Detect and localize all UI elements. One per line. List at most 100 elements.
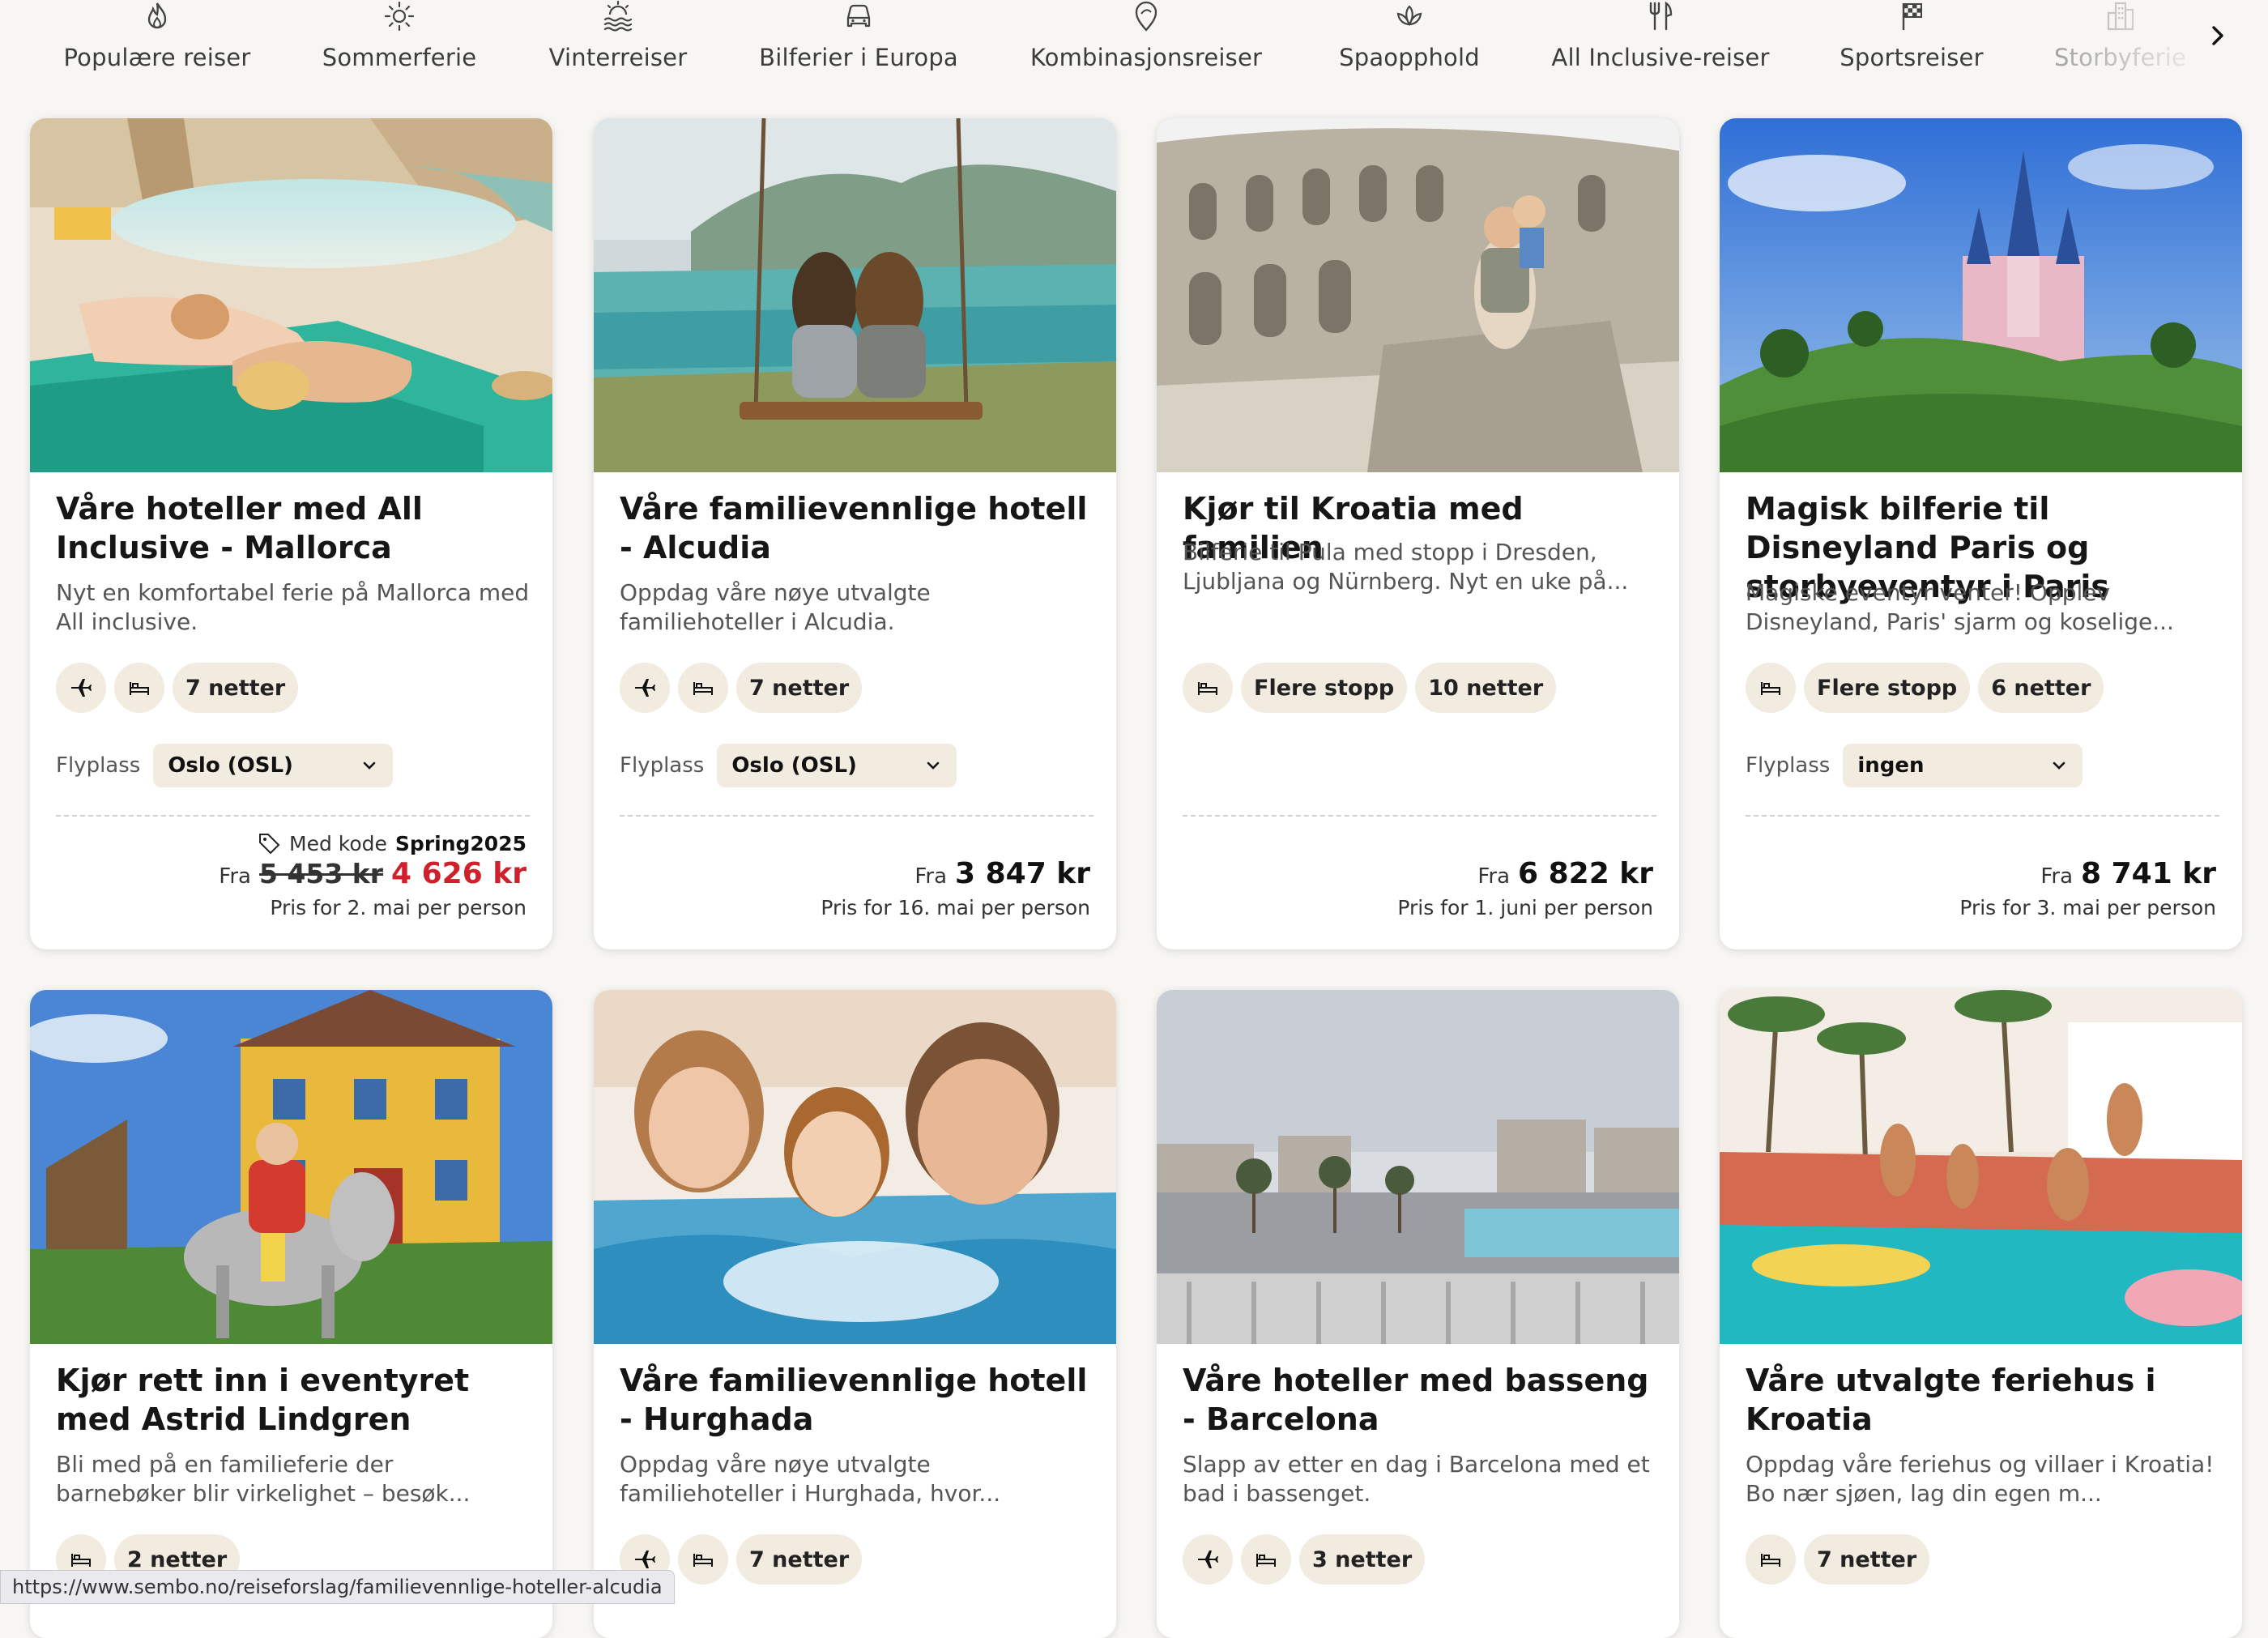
hotel-tag [678, 663, 728, 713]
airport-value: Oslo (OSL) [731, 753, 857, 778]
trip-description: Bilferie til Pula med stopp i Dresden, L… [1183, 539, 1629, 595]
bed-icon [71, 1554, 91, 1567]
chevron-down-icon [2053, 761, 2066, 770]
flame-icon [147, 2, 167, 29]
trip-card[interactable]: Våre familievennlige hotell - Alcudia Op… [594, 118, 1116, 949]
category-car-holidays[interactable]: Bilferier i Europa [753, 0, 964, 89]
nav-next-button[interactable] [2197, 15, 2239, 57]
category-winter[interactable]: Vinterreiser [541, 0, 695, 89]
nights-tag: 3 netter [1299, 1534, 1426, 1585]
trip-image [1720, 118, 2242, 472]
from-label: Fra [1477, 864, 1511, 889]
hotel-tag [114, 663, 164, 713]
category-popular[interactable]: Populære reiser [60, 0, 254, 89]
airplane-icon [635, 1551, 655, 1568]
trip-card[interactable]: Magisk bilferie til Disneyland Paris og … [1720, 118, 2242, 949]
from-label: Fra [2040, 864, 2074, 889]
chevron-down-icon [927, 761, 940, 770]
trip-card[interactable]: Kjør rett inn i eventyret med Astrid Lin… [30, 990, 552, 1638]
bed-icon [1761, 682, 1780, 695]
old-price: 5 453 kr [258, 858, 384, 889]
category-city[interactable]: Storbyferie [2041, 0, 2199, 89]
category-nav: Populære reiser Sommerferie Vinterreiser [0, 0, 2268, 89]
stops-tag: Flere stopp [1804, 663, 1971, 713]
sale-price: 4 626 kr [391, 857, 526, 890]
airport-label: Flyplass [56, 753, 141, 778]
car-icon [846, 4, 871, 28]
trip-title: Våre familievennlige hotell - Hurghada [620, 1363, 1088, 1437]
airport-selector: Flyplass ingen [1746, 744, 2083, 787]
category-sports[interactable]: Sportsreiser [1831, 0, 1993, 89]
bed-icon [693, 682, 713, 695]
trip-description: Slapp av etter en dag i Barcelona med et… [1183, 1451, 1650, 1507]
airport-label: Flyplass [1746, 753, 1831, 778]
trip-title: Våre hoteller med All Inclusive - Mallor… [56, 491, 423, 565]
trip-title: Kjør rett inn i eventyret med Astrid Lin… [56, 1363, 470, 1437]
promo-label: Med kode [289, 831, 387, 855]
category-label: Populære reiser [63, 44, 251, 71]
trip-image [1157, 118, 1679, 472]
trip-card[interactable]: Våre hoteller med basseng - Barcelona Sl… [1157, 990, 1679, 1638]
trip-description: Oppdag våre feriehus og villaer i Kroati… [1746, 1451, 2215, 1507]
airport-dropdown[interactable]: Oslo (OSL) [153, 744, 394, 787]
airport-dropdown[interactable]: Oslo (OSL) [717, 744, 957, 787]
price: 3 847 kr [955, 857, 1090, 890]
airport-value: ingen [1857, 753, 1925, 778]
price-note: Pris for 16. mai per person [821, 896, 1090, 919]
promo-code: Med kode Spring2025 [257, 831, 526, 855]
divider [1746, 815, 2219, 817]
flight-tag [1183, 1534, 1233, 1585]
flight-tag [56, 663, 106, 713]
price-row: Fra 6 822 kr [1477, 857, 1653, 890]
trip-title: Våre familievennlige hotell - Alcudia [620, 491, 1088, 565]
trip-description: Nyt en komfortabel ferie på Mallorca med… [56, 579, 530, 635]
hotel-tag [1183, 663, 1233, 713]
category-label: Bilferier i Europa [759, 44, 958, 71]
nights-tag: 10 netter [1415, 663, 1557, 713]
trip-description: Magiske eventyr venter! Opplev Disneylan… [1746, 579, 2174, 635]
airport-value: Oslo (OSL) [168, 753, 293, 778]
category-combination[interactable]: Kombinasjonsreiser [1021, 0, 1272, 89]
nights-tag: 6 netter [1978, 663, 2104, 713]
trip-description: Bli med på en familieferie der barnebøke… [56, 1451, 471, 1507]
trip-image [1157, 990, 1679, 1344]
category-spa[interactable]: Spaopphold [1328, 0, 1490, 89]
trip-tags: Flere stopp 6 netter [1746, 663, 2104, 713]
nights-tag: 7 netter [1804, 1534, 1930, 1585]
category-summer[interactable]: Sommerferie [314, 0, 484, 89]
category-label: Sportsreiser [1840, 44, 1984, 71]
nights-tag: 7 netter [736, 1534, 863, 1585]
trip-image [30, 118, 552, 472]
sun-icon [384, 1, 415, 32]
airport-dropdown[interactable]: ingen [1843, 744, 2083, 787]
route-icon [1135, 1, 1157, 32]
trip-tags: 3 netter [1183, 1534, 1426, 1585]
category-label: Spaopphold [1339, 44, 1480, 71]
category-label: Sommerferie [322, 44, 477, 71]
trip-image [30, 990, 552, 1344]
bed-icon [130, 682, 149, 695]
trip-image [594, 118, 1116, 472]
bed-icon [1761, 1554, 1780, 1567]
city-icon [2107, 2, 2134, 31]
airplane-icon [71, 679, 92, 697]
trip-image [594, 990, 1116, 1344]
category-all-inclusive[interactable]: All Inclusive-reiser [1547, 0, 1774, 89]
divider [620, 815, 1094, 817]
hotel-tag [1241, 1534, 1291, 1585]
link-status-bar: https://www.sembo.no/reiseforslag/famili… [0, 1570, 675, 1604]
nights-tag: 7 netter [173, 663, 299, 713]
trip-description: Oppdag våre nøye utvalgte familiehotelle… [620, 1451, 1001, 1507]
hotel-tag [1746, 663, 1796, 713]
trip-card[interactable]: Våre familievennlige hotell - Hurghada O… [594, 990, 1116, 1638]
trip-card[interactable]: Kjør til Kroatia med familien Bilferie t… [1157, 118, 1679, 949]
airplane-icon [635, 679, 655, 697]
price-note: Pris for 2. mai per person [270, 896, 526, 919]
airport-label: Flyplass [620, 753, 705, 778]
snow-sun-icon [603, 0, 633, 32]
category-label: Kombinasjonsreiser [1030, 44, 1263, 71]
trip-card[interactable]: Våre utvalgte feriehus i Kroatia Oppdag … [1720, 990, 2242, 1638]
bed-icon [1256, 1554, 1276, 1567]
trip-card[interactable]: Våre hoteller med All Inclusive - Mallor… [30, 118, 552, 949]
trip-title: Våre utvalgte feriehus i Kroatia [1746, 1363, 2156, 1437]
